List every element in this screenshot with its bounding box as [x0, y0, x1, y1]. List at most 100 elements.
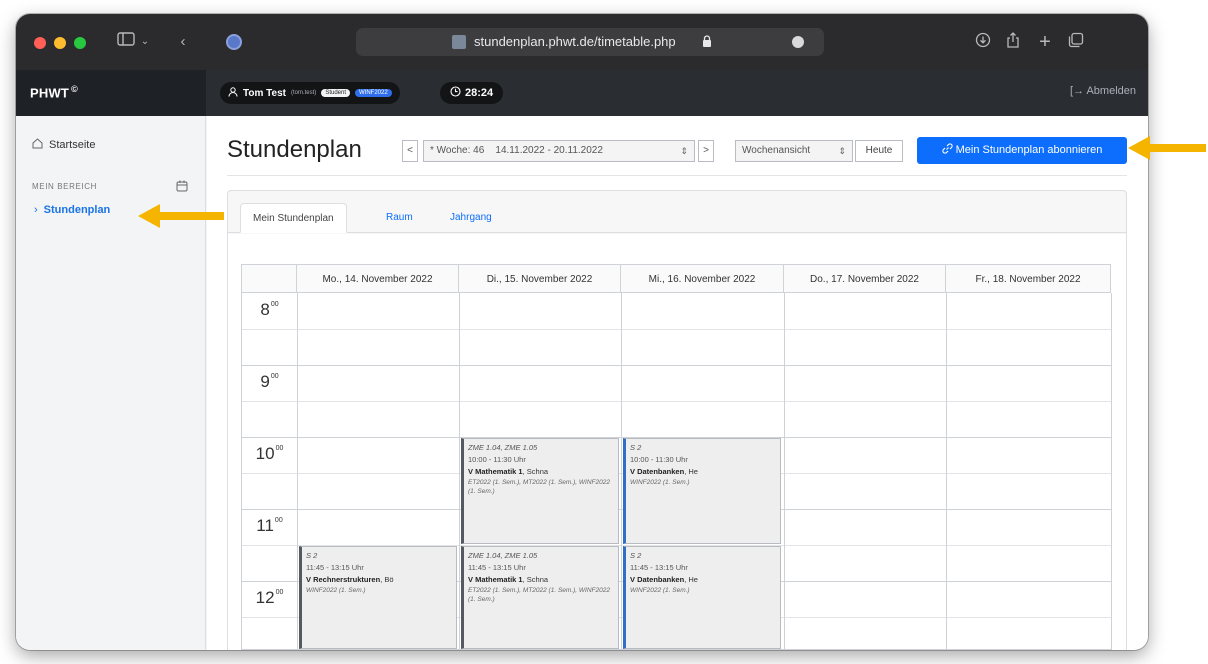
annotation-arrow-icon: [1128, 136, 1206, 160]
event-course: V Mathematik 1: [468, 575, 523, 584]
user-icon: [228, 86, 238, 100]
page-title: Stundenplan: [227, 136, 362, 163]
brand-symbol: ©: [71, 84, 78, 94]
logout-link[interactable]: [→ Abmelden: [1070, 85, 1136, 97]
user-pill[interactable]: Tom Test (tom.test) Student WINF2022: [220, 82, 400, 104]
hour-suffix: 00: [275, 589, 284, 596]
event-lecturer: , Schna: [522, 467, 549, 476]
event-groups: WINF2022 (1. Sem.): [306, 587, 366, 594]
brand-area: PHWT ©: [16, 70, 206, 116]
hour-label: 800: [242, 300, 297, 320]
week-select[interactable]: * Woche: 46 14.11.2022 - 20.11.2022 ⇕: [423, 140, 695, 162]
hour-suffix: 00: [270, 373, 279, 380]
event-time: 11:45 - 13:15 Uhr: [306, 563, 364, 572]
event-room: ZME 1.04, ZME 1.05: [468, 443, 538, 452]
session-timer: 28:24: [440, 82, 504, 104]
event-course: V Rechnerstrukturen: [306, 575, 381, 584]
tab-jahrgang[interactable]: Jahrgang: [438, 203, 504, 233]
event-room: S 2: [630, 443, 642, 452]
more-icon[interactable]: [792, 36, 804, 48]
event-room: S 2: [630, 551, 642, 560]
user-name: Tom Test: [243, 87, 286, 99]
tab-overview-icon[interactable]: [1066, 32, 1086, 52]
title-divider: [227, 175, 1127, 176]
tab-mein-stundenplan[interactable]: Mein Stundenplan: [240, 203, 347, 233]
screenshot-stage: ⌄ ‹ stundenplan.phwt.de/timetable.php +: [0, 0, 1208, 664]
view-select-value: Wochenansicht: [742, 145, 811, 156]
hour-value: 9: [260, 372, 270, 391]
day-header: Di., 15. November 2022: [459, 264, 621, 293]
select-caret-icon: ⇕: [838, 146, 846, 156]
browser-titlebar: ⌄ ‹ stundenplan.phwt.de/timetable.php +: [16, 14, 1148, 70]
chevron-right-icon: ›: [34, 204, 38, 216]
sidebar-item-stundenplan-label: Stundenplan: [43, 204, 111, 216]
app-header: PHWT © Tom Test (tom.test) Student WINF20…: [16, 70, 1148, 116]
link-icon: [941, 143, 956, 156]
next-week-button[interactable]: >: [698, 140, 714, 162]
hour-label: 900: [242, 372, 297, 392]
close-window-button[interactable]: [34, 37, 46, 49]
tab-raum[interactable]: Raum: [374, 203, 425, 233]
hour-label: 1000: [242, 444, 297, 464]
grid-line: [242, 329, 1112, 330]
browser-window: ⌄ ‹ stundenplan.phwt.de/timetable.php +: [16, 14, 1148, 650]
timetable-event[interactable]: S 2 10:00 - 11:30 Uhr V Datenbanken, He …: [623, 438, 781, 544]
back-icon[interactable]: ‹: [176, 32, 190, 52]
grid-line: [784, 293, 785, 650]
download-icon[interactable]: [974, 32, 992, 52]
day-header: Fr., 18. November 2022: [946, 264, 1111, 293]
event-room: ZME 1.04, ZME 1.05: [468, 551, 538, 560]
subscribe-button-label: Mein Stundenplan abonnieren: [955, 144, 1103, 156]
grid-line: [242, 365, 1112, 366]
subscribe-button[interactable]: Mein Stundenplan abonnieren: [917, 137, 1127, 164]
event-groups: ET2022 (1. Sem.), MT2022 (1. Sem.), WINF…: [468, 587, 610, 603]
timetable-event[interactable]: S 2 11:45 - 13:15 Uhr V Datenbanken, He …: [623, 546, 781, 649]
brand-logo[interactable]: PHWT ©: [30, 84, 78, 100]
time-column-header: [242, 264, 297, 293]
day-header: Do., 17. November 2022: [784, 264, 946, 293]
address-bar[interactable]: stundenplan.phwt.de/timetable.php: [356, 28, 824, 56]
brand-name: PHWT: [30, 85, 70, 101]
privacy-report-icon[interactable]: [226, 34, 242, 50]
sidebar-toggle-icon[interactable]: [116, 32, 136, 52]
event-time: 11:45 - 13:15 Uhr: [468, 563, 526, 572]
grid-line: [459, 293, 460, 650]
today-button[interactable]: Heute: [855, 140, 903, 162]
hour-label: 1200: [242, 588, 297, 608]
day-header: Mi., 16. November 2022: [621, 264, 784, 293]
sidebar-item-home[interactable]: Startseite: [32, 138, 95, 152]
event-time: 10:00 - 11:30 Uhr: [630, 455, 688, 464]
sidebar-item-stundenplan[interactable]: › Stundenplan: [34, 204, 110, 216]
logout-label: Abmelden: [1086, 85, 1136, 97]
hour-suffix: 00: [275, 445, 284, 452]
hour-value: 8: [260, 300, 270, 319]
share-icon[interactable]: [1004, 32, 1022, 52]
timetable-event[interactable]: ZME 1.04, ZME 1.05 10:00 - 11:30 Uhr V M…: [461, 438, 619, 544]
event-time: 10:00 - 11:30 Uhr: [468, 455, 526, 464]
minimize-window-button[interactable]: [54, 37, 66, 49]
calendar-icon[interactable]: [176, 179, 188, 192]
timetable-event[interactable]: S 2 11:45 - 13:15 Uhr V Rechnerstrukture…: [299, 546, 457, 649]
new-tab-icon[interactable]: +: [1036, 32, 1054, 52]
event-groups: ET2022 (1. Sem.), MT2022 (1. Sem.), WINF…: [468, 479, 610, 495]
chevron-down-icon[interactable]: ⌄: [138, 32, 152, 52]
session-timer-value: 28:24: [465, 87, 494, 99]
zoom-window-button[interactable]: [74, 37, 86, 49]
lock-icon: [702, 35, 714, 49]
hour-suffix: 00: [274, 517, 283, 524]
tab-bar: Mein Stundenplan Raum Jahrgang: [228, 191, 1126, 233]
event-groups: WINF2022 (1. Sem.): [630, 479, 690, 486]
day-header: Mo., 14. November 2022: [297, 264, 459, 293]
hour-value: 12: [255, 588, 275, 607]
grid-line: [621, 293, 622, 650]
grid-line: [946, 293, 947, 650]
event-course: V Datenbanken: [630, 575, 685, 584]
view-select[interactable]: Wochenansicht ⇕: [735, 140, 853, 162]
home-icon: [32, 138, 43, 152]
timetable-event[interactable]: ZME 1.04, ZME 1.05 11:45 - 13:15 Uhr V M…: [461, 546, 619, 649]
previous-week-button[interactable]: <: [402, 140, 418, 162]
role-badge: Student: [321, 89, 350, 97]
hour-value: 11: [256, 516, 274, 535]
event-groups: WINF2022 (1. Sem.): [630, 587, 690, 594]
site-favicon-icon: [452, 35, 466, 49]
